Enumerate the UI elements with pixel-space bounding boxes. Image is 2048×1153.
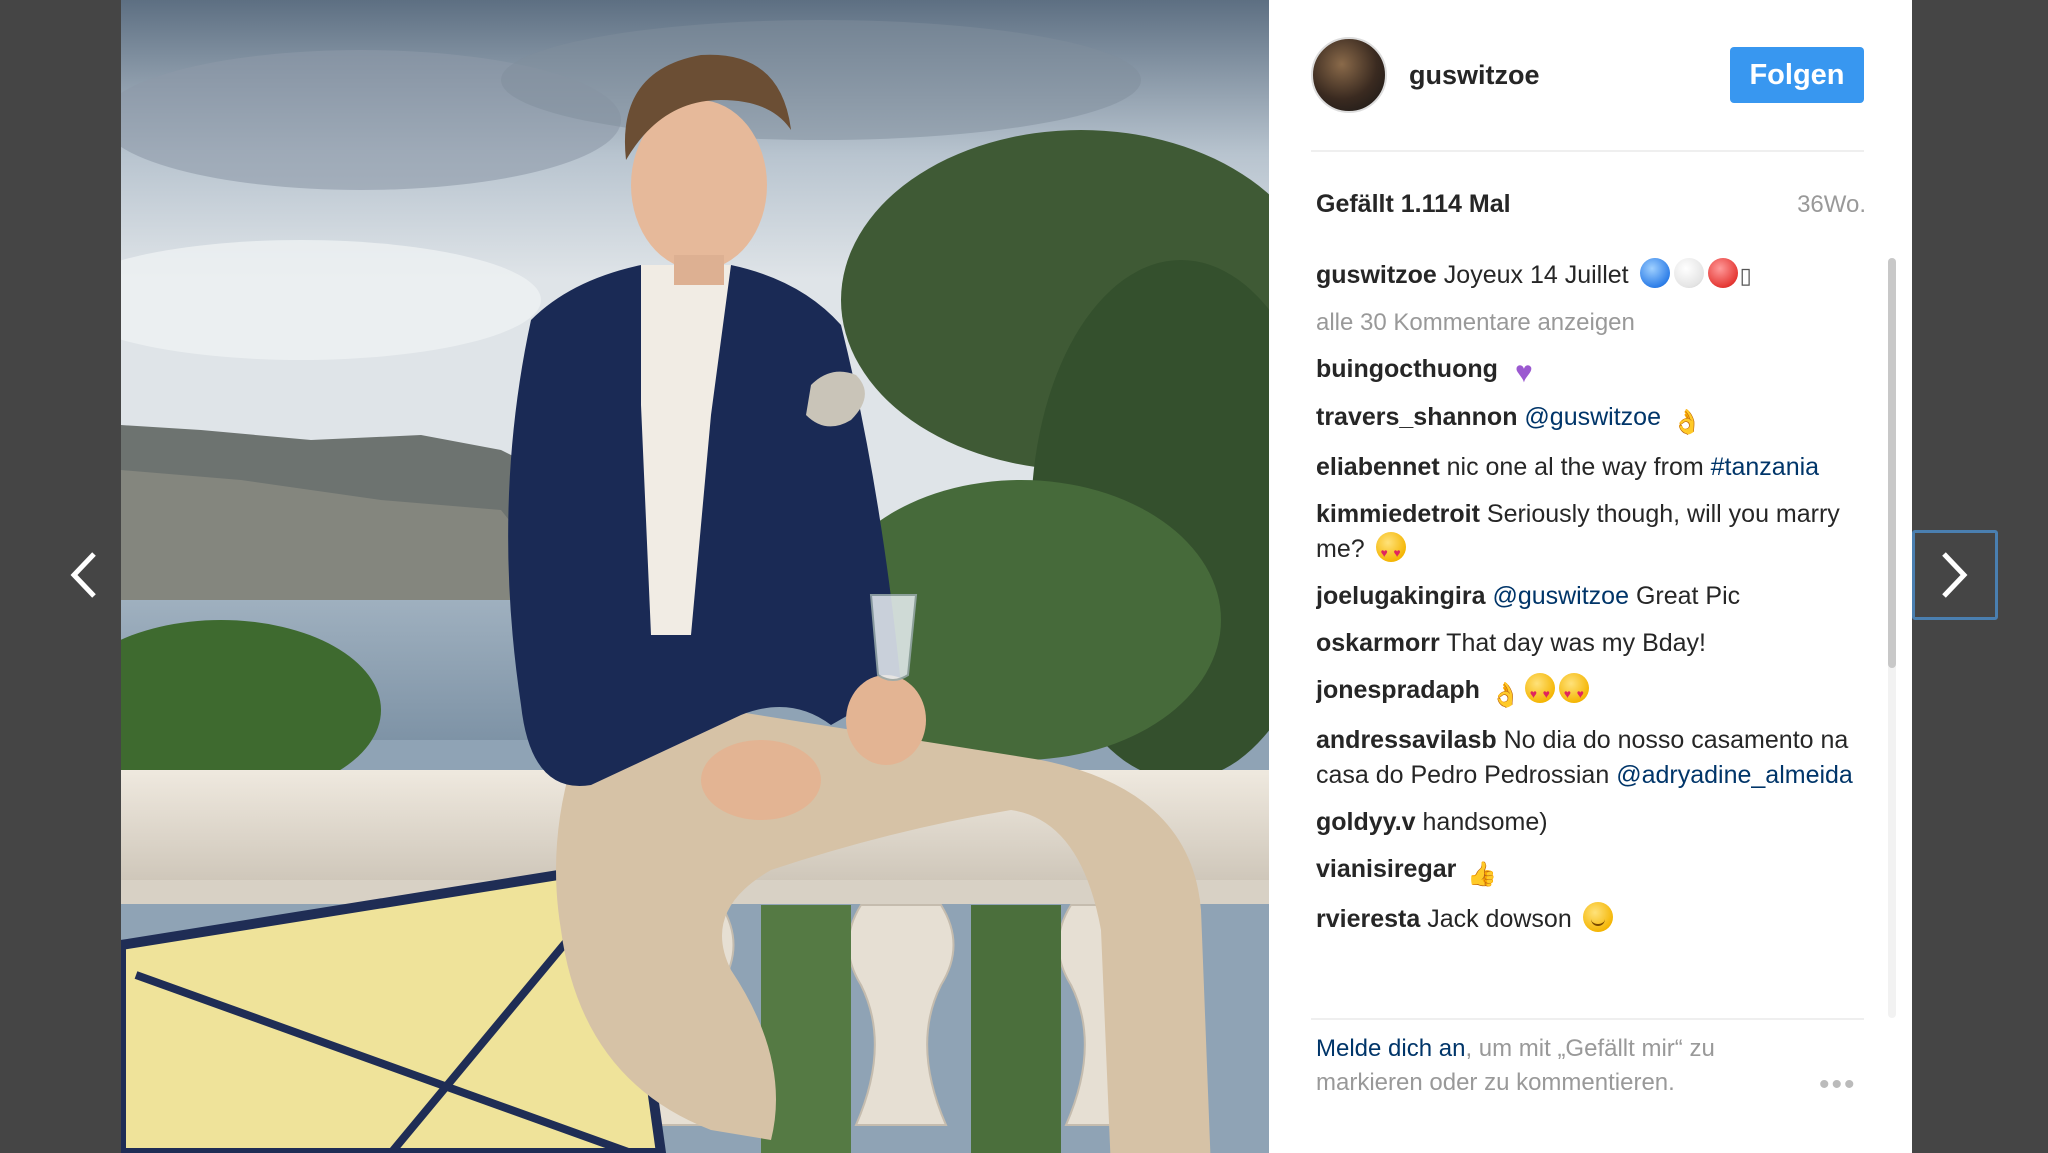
mention-link[interactable]: @guswitzoe (1492, 582, 1629, 610)
post-details-panel: guswitzoe Folgen Gefällt 1.114 Mal 36Wo.… (1269, 0, 1912, 1153)
comment-item: goldyy.v handsome) (1316, 805, 1856, 840)
comment-username[interactable]: travers_shannon (1316, 403, 1517, 431)
comment-username[interactable]: andressavilasb (1316, 726, 1497, 754)
chevron-right-icon (1942, 552, 1968, 598)
thumbs-up-icon: 👍 (1467, 861, 1498, 888)
comment-text: Jack dowson (1427, 905, 1572, 933)
login-prompt: Melde dich an, um mit „Gefällt mir“ zu m… (1316, 1032, 1786, 1100)
caption-text: Joyeux 14 Juillet (1443, 261, 1629, 289)
purple-heart-icon: ♥ (1514, 356, 1533, 389)
white-circle-icon (1673, 258, 1704, 288)
follow-button[interactable]: Folgen (1730, 47, 1864, 103)
ok-hand-icon: 👌 (1671, 409, 1702, 436)
header-divider (1311, 150, 1864, 152)
missing-glyph-icon: ▯ (1739, 263, 1752, 288)
next-post-button[interactable] (1912, 530, 1998, 620)
comment-username[interactable]: rvieresta (1316, 905, 1420, 933)
mention-link[interactable]: @guswitzoe (1524, 403, 1661, 431)
blue-circle-icon (1639, 258, 1670, 288)
comment-item: kimmiedetroit Seriously though, will you… (1316, 497, 1856, 571)
more-options-icon[interactable]: ••• (1819, 1068, 1857, 1102)
comment-item: travers_shannon @guswitzoe 👌 (1316, 400, 1856, 438)
comment-item: joelugakingira @guswitzoe Great Pic (1316, 579, 1856, 614)
smiley-emoji-icon (1582, 902, 1613, 932)
comment-item: jonespradaph 👌 (1316, 673, 1856, 712)
post-header: guswitzoe Folgen (1311, 37, 1864, 113)
chevron-left-icon (70, 552, 96, 598)
comment-username[interactable]: kimmiedetroit (1316, 500, 1480, 528)
hashtag-link[interactable]: #tanzania (1711, 453, 1819, 481)
comment-username[interactable]: joelugakingira (1316, 582, 1485, 610)
comment-username[interactable]: vianisiregar (1316, 855, 1456, 883)
ok-hand-icon: 👌 (1490, 682, 1521, 709)
likes-row: Gefällt 1.114 Mal 36Wo. (1316, 190, 1866, 219)
mention-link[interactable]: @adryadine_almeida (1616, 761, 1853, 789)
comment-item: vianisiregar 👍 (1316, 852, 1856, 890)
comment-text: nic one al the way from (1446, 453, 1704, 481)
like-count[interactable]: Gefällt 1.114 Mal (1316, 190, 1511, 219)
caption-username[interactable]: guswitzoe (1316, 261, 1437, 289)
heart-eyes-emoji-icon (1375, 532, 1406, 571)
comments-scrollbar-thumb[interactable] (1888, 258, 1896, 668)
comments-list: guswitzoe Joyeux 14 Juillet ▯ alle 30 Ko… (1316, 258, 1856, 1018)
heart-eyes-emoji-icon (1558, 673, 1589, 712)
comment-item: andressavilasb No dia do nosso casamento… (1316, 723, 1856, 793)
post-photo (121, 0, 1269, 1153)
comment-item: oskarmorr That day was my Bday! (1316, 626, 1856, 661)
comment-text: Great Pic (1635, 582, 1741, 610)
previous-post-button[interactable] (40, 530, 126, 620)
login-link[interactable]: Melde dich an (1316, 1035, 1465, 1062)
view-all-comments-link[interactable]: alle 30 Kommentare anzeigen (1316, 305, 1856, 340)
red-circle-icon (1707, 258, 1738, 288)
footer-divider (1311, 1018, 1864, 1020)
comment-item: rvieresta Jack dowson (1316, 902, 1856, 937)
post-author-username[interactable]: guswitzoe (1409, 60, 1540, 91)
heart-eyes-emoji-icon (1524, 673, 1555, 712)
comment-item: buingocthuong ♥ (1316, 352, 1856, 388)
caption: guswitzoe Joyeux 14 Juillet ▯ (1316, 258, 1856, 293)
comment-text: handsome) (1422, 808, 1548, 836)
comment-username[interactable]: eliabennet (1316, 453, 1440, 481)
comment-username[interactable]: oskarmorr (1316, 629, 1440, 657)
comment-username[interactable]: buingocthuong (1316, 355, 1498, 383)
comment-item: eliabennet nic one al the way from #tanz… (1316, 450, 1856, 485)
avatar[interactable] (1311, 37, 1387, 113)
post-age[interactable]: 36Wo. (1797, 191, 1866, 219)
comment-text: That day was my Bday! (1446, 629, 1706, 657)
comment-username[interactable]: goldyy.v (1316, 808, 1416, 836)
comment-username[interactable]: jonespradaph (1316, 676, 1480, 704)
